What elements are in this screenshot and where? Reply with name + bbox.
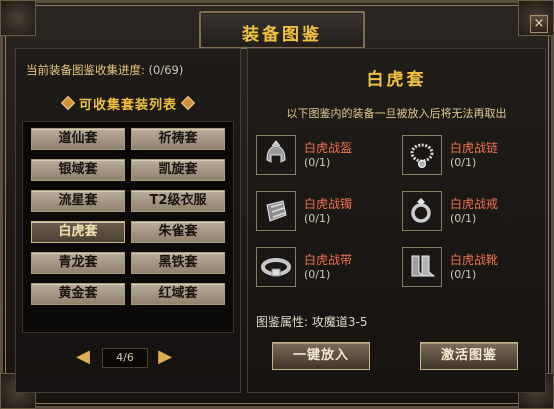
progress-value: (0/69)	[148, 63, 184, 77]
put-all-button[interactable]: 一键放入	[272, 342, 370, 370]
set-button-kaixuan[interactable]: 凯旋套	[131, 159, 225, 181]
set-button-hongyu[interactable]: 红域套	[131, 283, 225, 305]
item-name: 白虎战镯	[304, 197, 353, 211]
equipment-item[interactable]: 白虎战戒 (0/1)	[400, 189, 540, 233]
set-button-t2[interactable]: T2级衣服	[131, 190, 225, 212]
item-count: (0/1)	[450, 212, 477, 225]
set-button-heitie[interactable]: 黑铁套	[131, 252, 225, 274]
set-button-baihu-selected[interactable]: 白虎套	[31, 221, 125, 243]
close-button[interactable]: ×	[530, 15, 548, 33]
item-count: (0/1)	[304, 156, 331, 169]
boots-icon	[411, 255, 436, 277]
set-title: 白虎套	[366, 70, 427, 90]
set-attribute: 图鉴属性: 攻魔道3-5	[256, 315, 368, 329]
page-indicator: 4/6	[102, 348, 148, 368]
item-slot[interactable]	[256, 191, 296, 231]
set-list-title-text: 可收集套装列表	[78, 98, 177, 113]
item-slot[interactable]	[402, 191, 442, 231]
diamond-icon	[60, 95, 76, 111]
item-name: 白虎战靴	[450, 253, 499, 267]
item-count: (0/1)	[450, 268, 477, 281]
set-button-liuxing[interactable]: 流星套	[31, 190, 125, 212]
set-button-yinyu[interactable]: 银域套	[31, 159, 125, 181]
next-page-arrow-icon[interactable]: ▶	[154, 346, 176, 368]
equipment-item[interactable]: 白虎战镯 (0/1)	[254, 189, 394, 233]
prev-page-arrow-icon[interactable]: ◀	[72, 346, 94, 368]
collection-window: 装备图鉴 × 当前装备图鉴收集进度: (0/69) 可收集套装列表 道仙套 祈祷…	[0, 0, 554, 409]
bracelet-icon	[266, 200, 287, 222]
set-list-title: 可收集套装列表	[16, 94, 240, 113]
collection-progress: 当前装备图鉴收集进度: (0/69)	[26, 62, 183, 78]
set-detail-panel: 白虎套 以下图鉴内的装备一旦被放入后将无法再取出 白虎战盔 (0/1) 白虎战链…	[247, 48, 546, 393]
set-button-daoxian[interactable]: 道仙套	[31, 128, 125, 150]
item-count: (0/1)	[450, 156, 477, 169]
equipment-grid: 白虎战盔 (0/1) 白虎战链 (0/1) 白虎战镯 (0/1) 白虎战戒 (0…	[254, 133, 543, 289]
set-button-qinglong[interactable]: 青龙套	[31, 252, 125, 274]
item-count: (0/1)	[304, 212, 331, 225]
ring-icon	[411, 198, 431, 223]
window-title: 装备图鉴	[242, 25, 322, 45]
item-slot[interactable]	[256, 247, 296, 287]
item-name: 白虎战戒	[450, 197, 499, 211]
set-grid: 道仙套 祈祷套 银域套 凯旋套 流星套 T2级衣服 白虎套 朱雀套 青龙套 黑铁…	[22, 121, 234, 333]
item-name: 白虎战盔	[304, 141, 353, 155]
progress-label: 当前装备图鉴收集进度:	[26, 63, 145, 77]
set-button-zhuque[interactable]: 朱雀套	[131, 221, 225, 243]
item-slot[interactable]	[402, 247, 442, 287]
set-list-panel: 当前装备图鉴收集进度: (0/69) 可收集套装列表 道仙套 祈祷套 银域套 凯…	[15, 48, 241, 393]
equipment-item[interactable]: 白虎战链 (0/1)	[400, 133, 540, 177]
equipment-item[interactable]: 白虎战带 (0/1)	[254, 245, 394, 289]
helmet-icon	[266, 140, 286, 163]
item-count: (0/1)	[304, 268, 331, 281]
item-name: 白虎战链	[450, 141, 499, 155]
corner-ornament-top-left	[0, 0, 36, 36]
item-name: 白虎战带	[304, 253, 353, 267]
necklace-icon	[410, 143, 434, 168]
activate-button[interactable]: 激活图鉴	[420, 342, 518, 370]
equipment-item[interactable]: 白虎战盔 (0/1)	[254, 133, 394, 177]
set-button-qidao[interactable]: 祈祷套	[131, 128, 225, 150]
title-plate: 装备图鉴	[199, 11, 365, 49]
equipment-item[interactable]: 白虎战靴 (0/1)	[400, 245, 540, 289]
item-slot[interactable]	[256, 135, 296, 175]
belt-icon	[261, 258, 291, 277]
notice-text: 以下图鉴内的装备一旦被放入后将无法再取出	[286, 107, 507, 120]
diamond-icon	[180, 95, 196, 111]
set-button-huangjin[interactable]: 黄金套	[31, 283, 125, 305]
item-slot[interactable]	[402, 135, 442, 175]
